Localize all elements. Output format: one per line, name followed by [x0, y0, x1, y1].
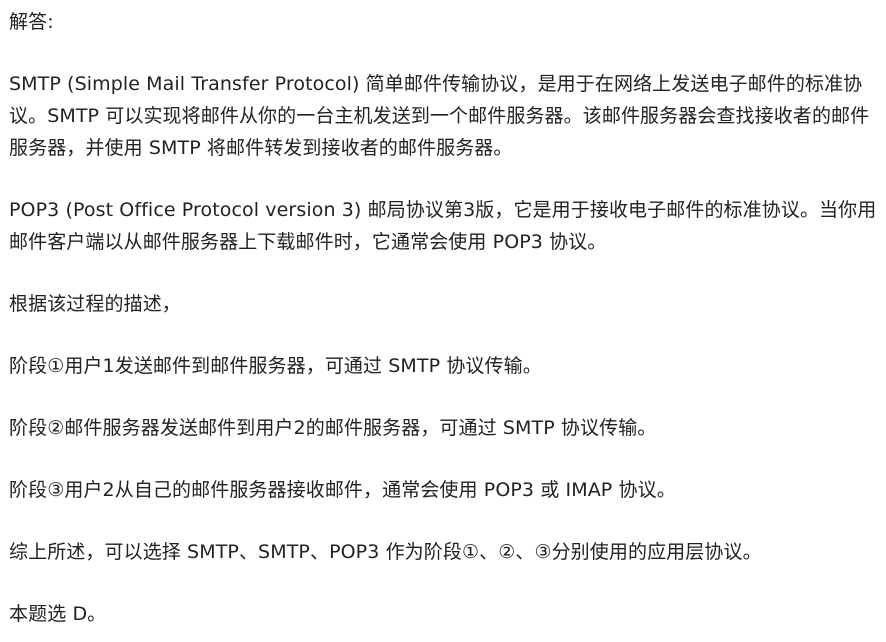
answer-document: 解答: SMTP (Simple Mail Transfer Protocol)… [9, 6, 877, 630]
final-answer: 本题选 D。 [9, 603, 107, 625]
answer-heading: 解答: [9, 11, 54, 33]
summary-text: 综上所述，可以选择 SMTP、SMTP、POP3 作为阶段①、②、③分别使用的应… [9, 541, 762, 563]
stage-1-text: 阶段①用户1发送邮件到邮件服务器，可通过 SMTP 协议传输。 [9, 355, 542, 377]
smtp-paragraph: SMTP (Simple Mail Transfer Protocol) 简单邮… [9, 73, 870, 159]
pop3-paragraph: POP3 (Post Office Protocol version 3) 邮局… [9, 199, 877, 253]
stage-3-text: 阶段③用户2从自己的邮件服务器接收邮件，通常会使用 POP3 或 IMAP 协议… [9, 479, 676, 501]
stage-2-text: 阶段②邮件服务器发送邮件到用户2的邮件服务器，可通过 SMTP 协议传输。 [9, 417, 657, 439]
process-intro: 根据该过程的描述， [9, 293, 181, 315]
